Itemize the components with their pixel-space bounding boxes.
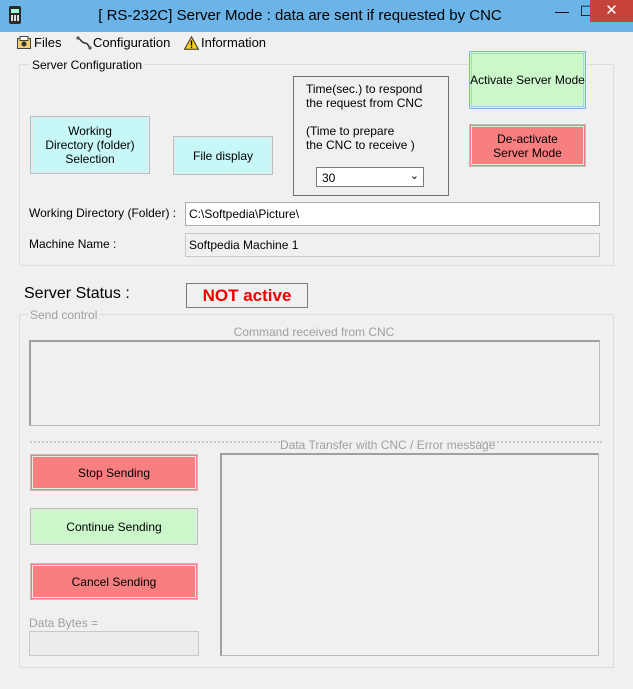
response-time-box: Time(sec.) to respond the request from C… bbox=[293, 76, 449, 196]
server-status-label: Server Status : bbox=[24, 285, 130, 302]
response-time-line2: the request from CNC bbox=[306, 96, 423, 110]
menu-configuration-label: Configuration bbox=[93, 35, 171, 50]
file-display-button[interactable]: File display bbox=[173, 136, 273, 175]
data-bytes-field[interactable] bbox=[29, 631, 199, 656]
warning-icon bbox=[183, 35, 200, 50]
app-icon[interactable] bbox=[9, 6, 21, 24]
response-time-line3: (Time to prepare bbox=[306, 124, 395, 138]
working-directory-button[interactable]: Working Directory (folder) Selection bbox=[30, 116, 150, 174]
data-transfer-label: Data Transfer with CNC / Error message bbox=[280, 438, 496, 452]
machine-name-label: Machine Name : bbox=[29, 237, 117, 251]
menu-files[interactable]: Files bbox=[17, 34, 61, 52]
response-time-line1: Time(sec.) to respond bbox=[306, 82, 423, 96]
send-control-legend: Send control bbox=[28, 308, 100, 322]
response-time-select[interactable]: 30 ⌄ bbox=[316, 167, 424, 187]
separator-left bbox=[30, 441, 280, 443]
menu-configuration[interactable]: Configuration bbox=[76, 34, 170, 52]
response-time-line4: the CNC to receive ) bbox=[306, 138, 415, 152]
data-transfer-area[interactable] bbox=[220, 453, 599, 656]
stop-sending-button[interactable]: Stop Sending bbox=[30, 454, 198, 491]
menu-information[interactable]: Information bbox=[183, 34, 267, 52]
command-received-area[interactable] bbox=[29, 340, 600, 426]
server-status-value: NOT active bbox=[186, 283, 308, 308]
chevron-down-icon: ⌄ bbox=[409, 170, 419, 182]
close-button[interactable]: ✕ bbox=[590, 0, 633, 22]
files-icon bbox=[17, 36, 31, 50]
working-dir-field[interactable]: C:\Softpedia\Picture\ bbox=[185, 202, 600, 226]
server-config-legend: Server Configuration bbox=[30, 58, 145, 72]
continue-sending-button[interactable]: Continue Sending bbox=[30, 508, 198, 545]
menu-files-label: Files bbox=[34, 35, 62, 50]
working-dir-label: Working Directory (Folder) : bbox=[29, 206, 177, 220]
cancel-sending-button[interactable]: Cancel Sending bbox=[30, 563, 198, 600]
window-title: [ RS-232C] Server Mode : data are sent i… bbox=[98, 7, 502, 24]
configuration-icon bbox=[76, 36, 92, 50]
data-bytes-label: Data Bytes = bbox=[29, 616, 99, 630]
menu-information-label: Information bbox=[201, 35, 267, 50]
command-received-label: Command received from CNC bbox=[233, 325, 395, 339]
deactivate-server-button[interactable]: De-activate Server Mode bbox=[469, 124, 586, 167]
activate-server-button[interactable]: Activate Server Mode bbox=[469, 51, 586, 109]
machine-name-field[interactable]: Softpedia Machine 1 bbox=[185, 233, 600, 257]
